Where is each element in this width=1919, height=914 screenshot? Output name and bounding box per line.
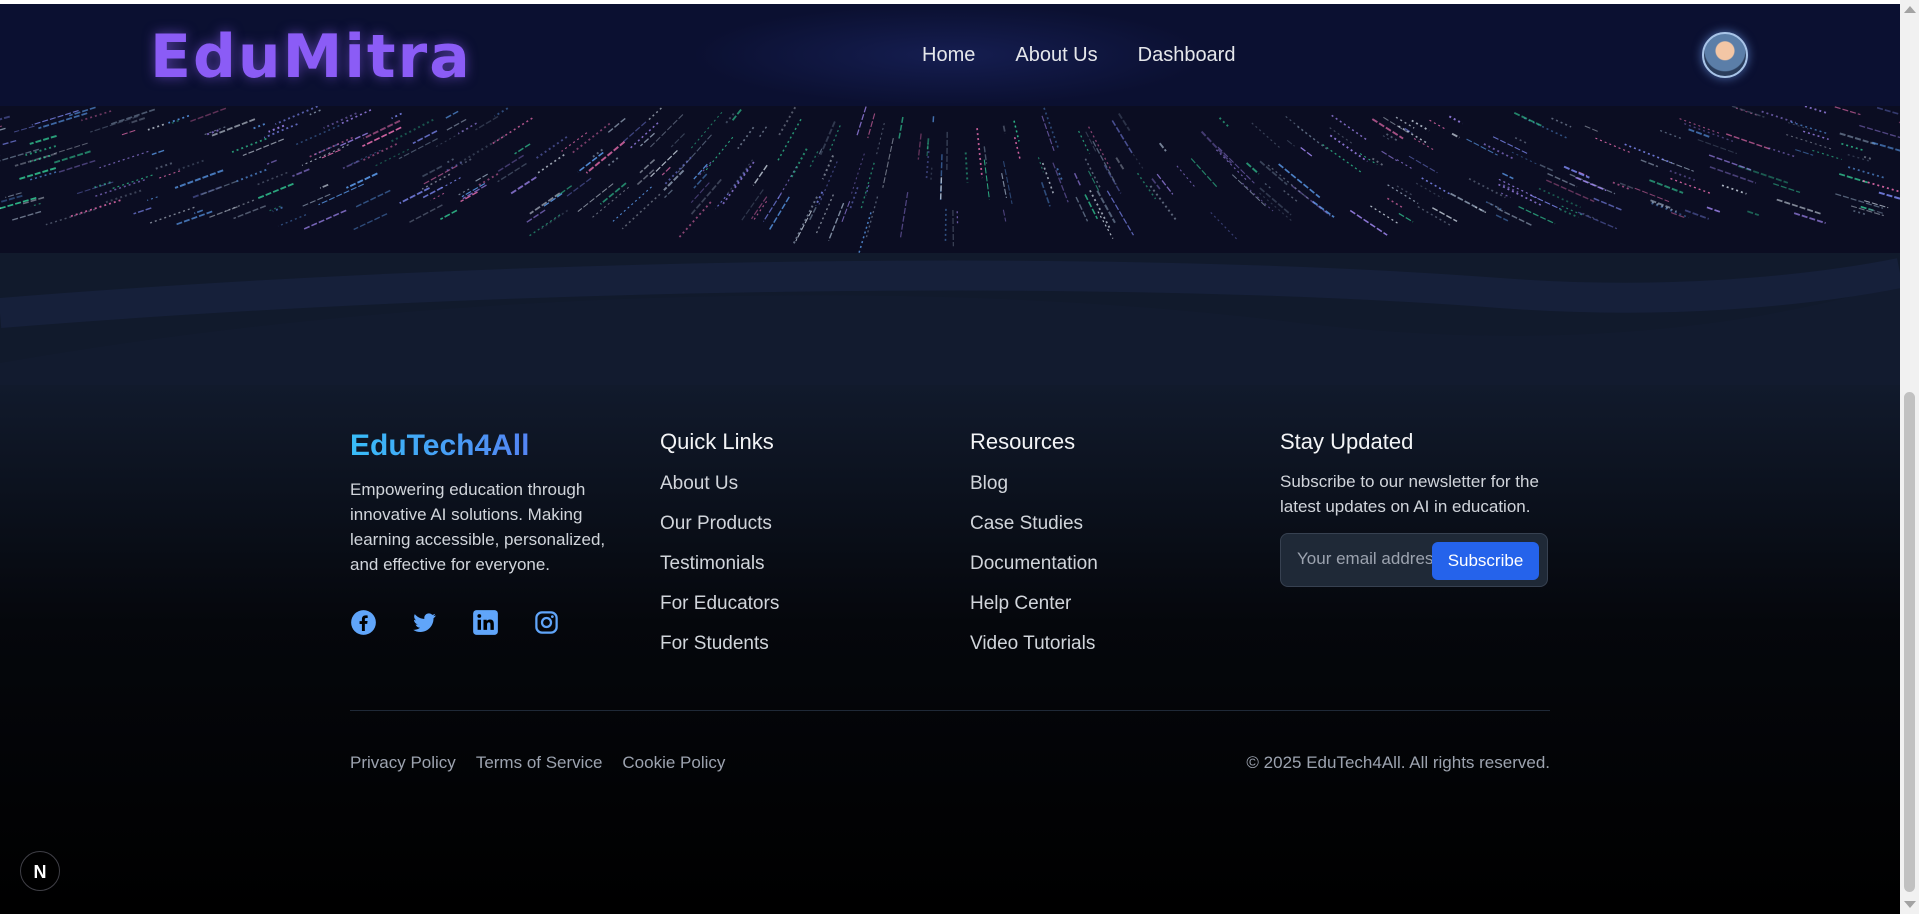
wave-divider xyxy=(0,253,1900,385)
newsletter-form: Subscribe xyxy=(1280,533,1548,587)
footer-divider xyxy=(350,710,1550,711)
email-input[interactable] xyxy=(1295,548,1437,570)
resources-title: Resources xyxy=(970,429,1076,454)
facebook-icon[interactable] xyxy=(350,609,377,636)
scroll-down-arrow-icon[interactable] xyxy=(1904,901,1916,908)
subscribe-button[interactable]: Subscribe xyxy=(1432,542,1539,580)
link-terms-of-service[interactable]: Terms of Service xyxy=(476,753,603,773)
site-footer: EduTech4All Empowering education through… xyxy=(0,385,1900,914)
link-for-students[interactable]: For Students xyxy=(660,633,779,658)
site-logo[interactable]: EduMitra xyxy=(150,22,472,92)
link-our-products[interactable]: Our Products xyxy=(660,513,779,538)
scroll-up-arrow-icon[interactable] xyxy=(1904,6,1916,13)
linkedin-icon[interactable] xyxy=(472,609,499,636)
resources-list: Blog Case Studies Documentation Help Cen… xyxy=(970,473,1098,658)
quick-links-column: Quick Links About Us Our Products Testim… xyxy=(660,429,779,673)
scrollbar[interactable] xyxy=(1900,0,1919,914)
footer-brand-column: EduTech4All Empowering education through… xyxy=(350,429,625,636)
link-about-us[interactable]: About Us xyxy=(660,473,779,498)
dev-tools-badge[interactable]: N xyxy=(20,851,60,891)
hero-starfield-lines xyxy=(0,106,1900,253)
newsletter-title: Stay Updated xyxy=(1280,429,1414,454)
footer-tagline: Empowering education through innovative … xyxy=(350,480,606,574)
resources-column: Resources Blog Case Studies Documentatio… xyxy=(970,429,1098,673)
link-case-studies[interactable]: Case Studies xyxy=(970,513,1098,538)
link-testimonials[interactable]: Testimonials xyxy=(660,553,779,578)
link-documentation[interactable]: Documentation xyxy=(970,553,1098,578)
quick-links-list: About Us Our Products Testimonials For E… xyxy=(660,473,779,658)
nav-about-us[interactable]: About Us xyxy=(1015,44,1097,67)
user-avatar-icon[interactable] xyxy=(1702,32,1748,78)
instagram-icon[interactable] xyxy=(533,609,560,636)
nav-home[interactable]: Home xyxy=(922,44,975,67)
link-for-educators[interactable]: For Educators xyxy=(660,593,779,618)
link-blog[interactable]: Blog xyxy=(970,473,1098,498)
site-header: EduMitra Home About Us Dashboard xyxy=(0,4,1900,107)
link-video-tutorials[interactable]: Video Tutorials xyxy=(970,633,1098,658)
nav-dashboard[interactable]: Dashboard xyxy=(1138,44,1236,67)
main-nav: Home About Us Dashboard xyxy=(922,44,1235,67)
social-links xyxy=(350,609,625,636)
link-cookie-policy[interactable]: Cookie Policy xyxy=(622,753,725,773)
copyright: © 2025 EduTech4All. All rights reserved. xyxy=(1246,753,1550,772)
twitter-icon[interactable] xyxy=(411,609,438,636)
scroll-thumb[interactable] xyxy=(1904,392,1915,892)
newsletter-text: Subscribe to our newsletter for the late… xyxy=(1280,472,1539,516)
footer-brand: EduTech4All xyxy=(350,429,625,463)
legal-links: Privacy Policy Terms of Service Cookie P… xyxy=(350,753,725,773)
newsletter-column: Stay Updated Subscribe to our newsletter… xyxy=(1280,429,1555,587)
quick-links-title: Quick Links xyxy=(660,429,774,454)
link-help-center[interactable]: Help Center xyxy=(970,593,1098,618)
link-privacy-policy[interactable]: Privacy Policy xyxy=(350,753,456,773)
